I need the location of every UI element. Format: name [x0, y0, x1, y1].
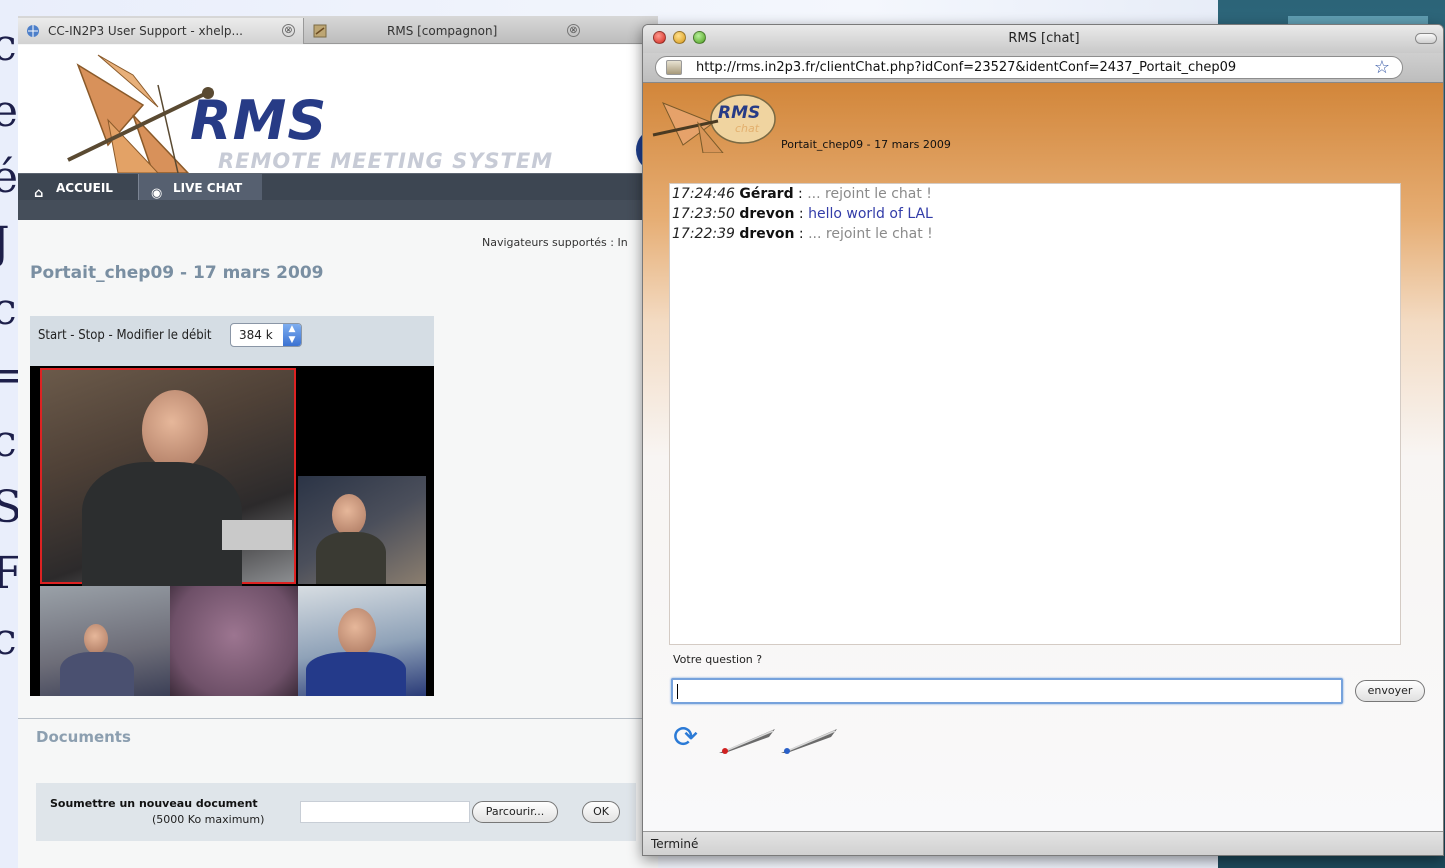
chat-message: 17:22:39 drevon : ... rejoint le chat !	[672, 226, 933, 242]
rms-chat-logo-sub: chat	[735, 122, 760, 135]
chat-content: RMS chat Portait_chep09 - 17 mars 2009 1…	[643, 83, 1443, 831]
nav-accueil[interactable]: ⌂ ACCUEIL	[22, 174, 140, 201]
conference-title: Portait_chep09 - 17 mars 2009	[30, 263, 324, 283]
address-bar-row: http://rms.in2p3.fr/clientChat.php?idCon…	[643, 53, 1443, 83]
quill-pen-icon[interactable]	[717, 725, 777, 755]
message-author: drevon	[739, 226, 795, 242]
video-participant-5	[298, 586, 426, 696]
rms-favicon-icon	[313, 24, 327, 38]
question-input[interactable]	[671, 678, 1343, 704]
rms-logo-subtitle: REMOTE MEETING SYSTEM	[218, 149, 554, 173]
message-text: ... rejoint le chat !	[808, 226, 933, 242]
chat-message: 17:24:46 Gérard : ... rejoint le chat !	[672, 186, 932, 202]
chat-titlebar[interactable]: RMS [chat]	[643, 25, 1443, 53]
nav-live-chat[interactable]: ◉ LIVE CHAT	[138, 174, 262, 201]
chat-messages[interactable]: 17:24:46 Gérard : ... rejoint le chat ! …	[669, 183, 1401, 645]
rms-header: RMS REMOTE MEETING SYSTEM	[18, 45, 658, 173]
video-controls: Start - Stop - Modifier le débit 384 k ▲…	[30, 316, 434, 366]
upload-size-limit: (5000 Ko maximum)	[152, 813, 265, 826]
supported-browsers-text: Navigateurs supportés : In	[482, 236, 628, 249]
message-text: ... rejoint le chat !	[807, 186, 932, 202]
bitrate-value: 384 k	[239, 328, 273, 342]
tab-cc-in2p3[interactable]: CC-IN2P3 User Support - xhelp... ⊗	[18, 18, 304, 44]
main-nav: ⌂ ACCUEIL ◉ LIVE CHAT	[18, 173, 658, 220]
video-participant-3	[40, 586, 170, 696]
tab-label: RMS [compagnon]	[387, 24, 498, 38]
rms-chat-logo-icon: RMS chat	[652, 94, 776, 153]
select-arrows-icon: ▲ ▼	[283, 324, 301, 346]
upload-label: Soumettre un nouveau document	[50, 797, 258, 810]
document-upload-form: Soumettre un nouveau document (5000 Ko m…	[36, 783, 636, 841]
bitrate-select[interactable]: 384 k ▲ ▼	[230, 323, 302, 347]
rms-logo-text: RMS	[190, 89, 328, 152]
video-stream[interactable]	[30, 366, 434, 696]
star-icon[interactable]: ☆	[1374, 57, 1390, 78]
url-text: http://rms.in2p3.fr/clientChat.php?idCon…	[696, 60, 1237, 75]
browse-button[interactable]: Parcourir...	[472, 801, 558, 823]
text-caret	[677, 684, 678, 699]
message-time: 17:24:46	[672, 186, 735, 202]
rms-favicon-icon	[666, 60, 682, 75]
question-label: Votre question ?	[673, 653, 763, 666]
window-title: RMS [chat]	[1008, 31, 1080, 46]
address-bar[interactable]: http://rms.in2p3.fr/clientChat.php?idCon…	[655, 56, 1403, 79]
tab-label: CC-IN2P3 User Support - xhelp...	[48, 24, 243, 38]
ok-button[interactable]: OK	[582, 801, 620, 823]
tab-rms-compagnon[interactable]: RMS [compagnon] ⊗	[305, 18, 590, 44]
toolbar-toggle-icon[interactable]	[1415, 33, 1437, 44]
video-participant-main	[40, 368, 296, 586]
status-bar: Terminé	[643, 831, 1443, 855]
video-participant-4	[170, 586, 298, 696]
send-button[interactable]: envoyer	[1355, 680, 1425, 702]
quill-pen-alt-icon[interactable]	[779, 725, 839, 755]
nav-label: ACCUEIL	[56, 181, 113, 195]
nav-label: LIVE CHAT	[173, 181, 243, 195]
documents-title: Documents	[36, 728, 131, 746]
globe-icon	[27, 25, 39, 37]
message-text: hello world of LAL	[808, 206, 933, 222]
chat-message: 17:23:50 drevon : hello world of LAL	[672, 206, 933, 222]
video-controls-label[interactable]: Start - Stop - Modifier le débit	[38, 328, 212, 343]
chat-window: RMS [chat] http://rms.in2p3.fr/clientCha…	[642, 24, 1444, 856]
message-time: 17:22:39	[672, 226, 735, 242]
chat-conference-title: Portait_chep09 - 17 mars 2009	[781, 138, 951, 151]
tab-bar: CC-IN2P3 User Support - xhelp... ⊗ RMS […	[18, 16, 658, 44]
divider	[18, 718, 658, 719]
message-author: drevon	[739, 206, 795, 222]
main-browser-window: CC-IN2P3 User Support - xhelp... ⊗ RMS […	[18, 16, 658, 868]
close-tab-icon[interactable]: ⊗	[567, 24, 580, 37]
close-tab-icon[interactable]: ⊗	[282, 24, 295, 37]
message-author: Gérard	[739, 186, 794, 202]
rms-chat-logo-text: RMS	[718, 103, 760, 123]
chat-tools: ⟳	[673, 723, 853, 759]
message-time: 17:23:50	[672, 206, 735, 222]
video-participant-2	[298, 476, 426, 584]
refresh-icon[interactable]: ⟳	[673, 723, 705, 755]
file-input[interactable]	[300, 801, 470, 823]
status-text: Terminé	[651, 837, 699, 851]
